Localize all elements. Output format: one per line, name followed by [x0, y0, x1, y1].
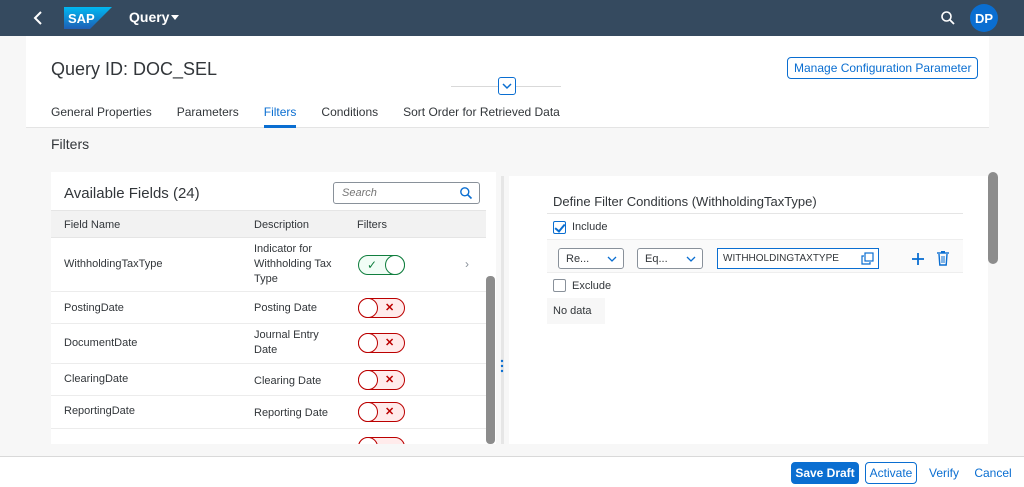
manage-configuration-button[interactable]: Manage Configuration Parameter	[787, 57, 979, 79]
cross-icon: ✕	[385, 302, 395, 314]
column-header-field-name: Field Name	[64, 219, 121, 231]
tab-bar: General Properties Parameters Filters Co…	[51, 105, 585, 128]
grip-icon[interactable]	[500, 358, 504, 374]
shell-bar: SAP Query DP	[0, 0, 1024, 36]
divider	[547, 213, 963, 214]
table-row[interactable]	[51, 429, 486, 444]
include-checkbox[interactable]	[553, 221, 566, 234]
field-name: ReportingDate	[64, 405, 135, 417]
filter-switch[interactable]: ✕	[358, 298, 405, 318]
sap-logo-text: SAP	[68, 11, 95, 26]
search-icon[interactable]	[940, 10, 956, 26]
sap-logo: SAP	[64, 7, 112, 29]
page-title: Query ID: DOC_SEL	[51, 59, 218, 79]
column-header-filters: Filters	[357, 219, 387, 231]
search-input[interactable]	[334, 183, 454, 203]
field-description: Posting Date	[254, 302, 317, 314]
filter-switch[interactable]: ✓	[358, 255, 405, 275]
value-input[interactable]	[718, 249, 854, 268]
value-field[interactable]	[717, 248, 879, 269]
table-row[interactable]: PostingDate Posting Date ✕	[51, 292, 486, 324]
tab-filters[interactable]: Filters	[263, 105, 296, 128]
verify-button[interactable]: Verify	[924, 462, 964, 484]
filter-conditions-title: Define Filter Conditions (WithholdingTax…	[553, 194, 817, 209]
table-row[interactable]: DocumentDate Journal Entry Date ✕	[51, 324, 486, 364]
table-row[interactable]: ClearingDate Clearing Date ✕	[51, 364, 486, 396]
tab-sort-order[interactable]: Sort Order for Retrieved Data	[403, 105, 560, 128]
chevron-down-icon	[502, 83, 512, 90]
filter-conditions-panel: Define Filter Conditions (WithholdingTax…	[509, 176, 988, 444]
field-name: PostingDate	[64, 302, 124, 314]
exclude-checkbox[interactable]	[553, 279, 566, 292]
tab-general-properties[interactable]: General Properties	[51, 105, 152, 128]
table-row[interactable]: ReportingDate Reporting Date ✕	[51, 396, 486, 429]
add-condition-icon[interactable]	[910, 251, 926, 267]
cross-icon: ✕	[385, 374, 395, 386]
fields-table: Field Name Description Filters Withholdi…	[51, 210, 486, 444]
table-scrollbar[interactable]	[486, 276, 495, 444]
exclude-label: Exclude	[572, 280, 612, 292]
collapse-header-button[interactable]	[498, 77, 516, 95]
field-description: Journal Entry Date	[254, 329, 319, 356]
table-row[interactable]: WithholdingTaxType Indicator for Withhol…	[51, 238, 486, 292]
tab-parameters[interactable]: Parameters	[177, 105, 239, 128]
chevron-right-icon[interactable]: ›	[465, 257, 469, 271]
back-icon[interactable]	[30, 9, 48, 27]
save-draft-button[interactable]: Save Draft	[791, 462, 859, 484]
cross-icon: ✕	[385, 406, 395, 418]
panel-splitter[interactable]	[498, 176, 508, 444]
section-title: Filters	[51, 136, 90, 152]
chevron-down-icon	[607, 256, 617, 262]
chevron-down-icon	[686, 256, 696, 262]
condition-row: Re... Eq...	[547, 239, 963, 273]
field-name: ClearingDate	[64, 373, 129, 385]
value-help-icon[interactable]	[861, 252, 874, 265]
activate-button[interactable]: Activate	[865, 462, 917, 484]
tab-conditions[interactable]: Conditions	[321, 105, 378, 128]
table-header: Field Name Description Filters	[51, 210, 486, 238]
search-field[interactable]	[333, 182, 480, 204]
no-data-text: No data	[547, 298, 605, 324]
field-description: Reporting Date	[254, 407, 328, 419]
field-description: Indicator for Withholding Tax Type	[254, 243, 332, 285]
cancel-button[interactable]: Cancel	[970, 462, 1016, 484]
page-scrollbar[interactable]	[988, 172, 998, 264]
delete-icon[interactable]	[936, 250, 950, 266]
available-fields-title: Available Fields (24)	[64, 185, 200, 202]
operator-select[interactable]: Eq...	[637, 248, 703, 269]
filter-switch[interactable]: ✕	[358, 333, 405, 353]
user-avatar[interactable]: DP	[970, 4, 998, 32]
filter-switch[interactable]: ✕	[358, 370, 405, 390]
filter-switch[interactable]: ✕	[358, 402, 405, 422]
field-select[interactable]: Re...	[558, 248, 624, 269]
object-page-header: Query ID: DOC_SEL Manage Configuration P…	[26, 36, 989, 128]
field-name: DocumentDate	[64, 337, 138, 349]
checkmark-icon: ✓	[367, 258, 378, 272]
search-icon[interactable]	[459, 186, 473, 200]
field-name: WithholdingTaxType	[64, 258, 163, 270]
app-title[interactable]: Query	[129, 9, 169, 25]
filter-switch[interactable]	[358, 437, 405, 444]
field-select-value: Re...	[566, 253, 590, 265]
field-description: Clearing Date	[254, 375, 322, 387]
operator-select-value: Eq...	[645, 253, 668, 265]
available-fields-panel: Available Fields (24) Field Name Descrip…	[51, 172, 496, 444]
caret-down-icon[interactable]	[171, 15, 179, 20]
cross-icon: ✕	[385, 337, 395, 349]
footer-toolbar: Save Draft Activate Verify Cancel	[0, 456, 1024, 487]
column-header-description: Description	[254, 219, 310, 231]
include-label: Include	[572, 221, 608, 233]
